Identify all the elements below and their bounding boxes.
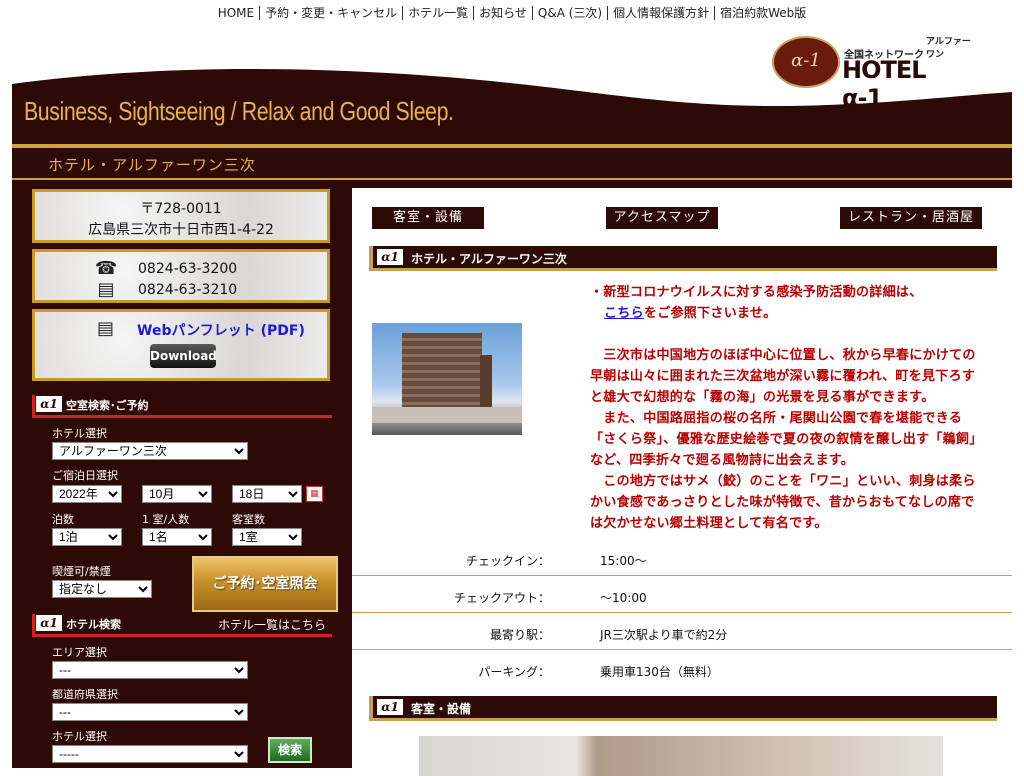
phone-icon: ☎ (95, 258, 118, 279)
reserve-button[interactable]: ご予約･空室照会 (192, 556, 338, 612)
area-label: エリア選択 (52, 646, 107, 659)
hotel-select-label-2: ホテル選択 (52, 730, 107, 743)
nav-terms[interactable]: 宿泊約款Web版 (714, 6, 812, 20)
day-select[interactable]: 18日 (232, 485, 302, 503)
description-paragraph: この地方ではサメ（鮫）のことを「ワニ」といい、刺身は柔らかい食感であっさりとした… (590, 474, 976, 531)
smoking-select[interactable]: 指定なし (52, 580, 152, 598)
banner-tagline: Business, Sightseeing / Relax and Good S… (24, 96, 454, 126)
tab-access-map[interactable]: アクセスマップ (606, 207, 718, 229)
phone-number[interactable]: 0824-63-3200 (138, 261, 237, 277)
section-rooms-header: α1 客室・設備 (369, 696, 997, 721)
checkin-date-label: ご宿泊日選択 (52, 469, 118, 482)
nav-home[interactable]: HOME (213, 6, 259, 20)
tab-restaurant[interactable]: レストラン・居酒屋 (840, 207, 982, 229)
info-row-station: 最寄り駅： JR三次駅より車で約2分 (352, 613, 1012, 650)
alpha1-icon: α1 (36, 396, 62, 412)
rooms-select[interactable]: 1室 (232, 528, 302, 546)
address-box: 〒728-0011 広島県三次市十日市西1-4-22 (32, 189, 330, 243)
info-row-parking: パーキング： 乗用車130台（無料） (478, 665, 719, 679)
hotel-description: ・新型コロナウイルスに対する感染予防活動の詳細は、 こちらをご参照下さいませ。 … (590, 282, 986, 534)
alpha1-icon: α1 (377, 699, 403, 715)
contact-box: ☎ 0824-63-3200 ▤ 0824-63-3210 (32, 249, 330, 303)
covid-link[interactable]: こちら (604, 306, 644, 321)
prefecture-label: 都道府県選択 (52, 688, 118, 701)
area-select[interactable]: --- (52, 661, 248, 679)
description-paragraph: また、中国路屈指の桜の名所・尾関山公園で春を堪能できる「さくら祭」、優雅な歴史絵… (590, 411, 983, 468)
month-select[interactable]: 10月 (142, 485, 212, 503)
prefecture-select[interactable]: --- (52, 703, 248, 721)
hotel-select[interactable]: アルファーワン三次 (52, 442, 248, 460)
pamphlet-box: ▤ Webパンフレット (PDF) Download (32, 309, 330, 381)
search-button[interactable]: 検索 (268, 737, 312, 763)
gold-line (12, 178, 1012, 180)
calendar-icon[interactable]: ▦ (306, 486, 323, 502)
nights-label: 泊数 (52, 513, 74, 526)
info-row-checkout: チェックアウト： 〜10:00 (352, 576, 1012, 613)
fax-icon: ▤ (97, 279, 115, 300)
nav-hotel-list[interactable]: ホテル一覧 (402, 6, 474, 20)
people-label: 1 室/人数 (142, 513, 190, 526)
main-content: 客室・設備 アクセスマップ レストラン・居酒屋 α1 ホテル・アルファーワン三次… (352, 188, 1012, 776)
top-nav: HOME 予約・変更・キャンセル ホテル一覧 お知らせ Q&A (三次) 個人情報保護方針… (0, 4, 1024, 21)
hotel-select-label: ホテル選択 (52, 427, 107, 440)
tab-rooms[interactable]: 客室・設備 (372, 207, 484, 229)
nav-news[interactable]: お知らせ (473, 6, 532, 20)
nights-select[interactable]: 1泊 (52, 528, 122, 546)
alpha1-icon: α1 (377, 249, 403, 265)
pamphlet-link[interactable]: Webパンフレット (PDF) (137, 320, 305, 340)
hotel-search-header: α1 ホテル検索 ホテル一覧はこちら (32, 614, 332, 637)
rooms-label: 客室数 (232, 513, 265, 526)
nav-privacy[interactable]: 個人情報保護方針 (607, 6, 715, 20)
info-row-checkin: チェックイン： 15:00〜 (352, 539, 1012, 576)
hotel-select-2[interactable]: ----- (52, 745, 248, 763)
description-paragraph: 三次市は中国地方のほぼ中心に位置し、秋から早春にかけての早朝は山々に囲まれた三次… (590, 348, 976, 405)
year-select[interactable]: 2022年 (52, 485, 122, 503)
nav-reservation[interactable]: 予約・変更・キャンセル (259, 6, 403, 20)
hotel-list-link[interactable]: ホテル一覧はこちら (218, 616, 326, 633)
covid-notice: ・新型コロナウイルスに対する感染予防活動の詳細は、 (590, 285, 923, 300)
fax-number: 0824-63-3210 (138, 282, 238, 298)
hotel-photo (372, 323, 522, 435)
people-select[interactable]: 1名 (142, 528, 212, 546)
address-text: 広島県三次市十日市西1-4-22 (88, 222, 274, 238)
nav-qa[interactable]: Q&A (三次) (531, 6, 608, 20)
document-icon: ▤ (97, 318, 115, 339)
alpha1-icon: α1 (36, 615, 62, 631)
hotel-title: ホテル・アルファーワン三次 (48, 156, 256, 174)
vacancy-search-header: α1 空室検索･ご予約 (32, 395, 332, 418)
section-hotel-header: α1 ホテル・アルファーワン三次 (369, 246, 997, 271)
smoking-label: 喫煙可/禁煙 (52, 565, 111, 578)
postal-code: 〒728-0011 (140, 201, 222, 217)
download-button[interactable]: Download (150, 344, 217, 368)
room-photo (419, 736, 943, 776)
